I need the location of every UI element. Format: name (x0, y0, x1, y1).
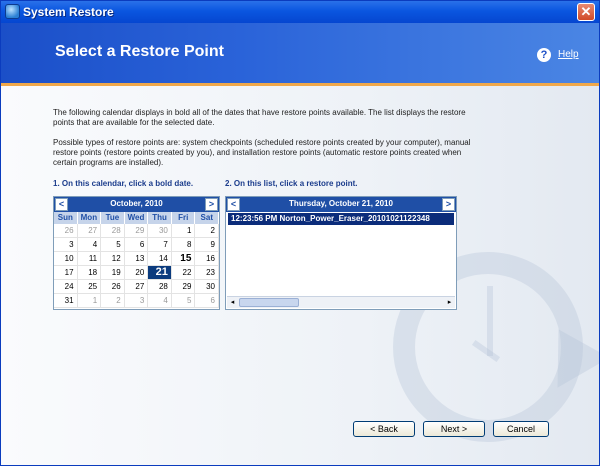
weekday-label: Thu (148, 212, 172, 224)
calendar-day[interactable]: 27 (77, 224, 102, 238)
calendar-day[interactable]: 6 (124, 238, 149, 252)
calendar-day[interactable]: 5 (101, 238, 125, 252)
calendar-day[interactable]: 10 (54, 252, 78, 266)
calendar-day[interactable]: 17 (54, 266, 78, 280)
calendar-day[interactable]: 29 (124, 224, 149, 238)
calendar-day[interactable]: 9 (195, 238, 219, 252)
calendar-day[interactable]: 31 (54, 294, 78, 308)
next-button[interactable]: Next > (423, 421, 485, 437)
system-restore-window: System Restore ✕ Select a Restore Point … (0, 0, 600, 466)
weekday-label: Sun (54, 212, 78, 224)
calendar-header: < October, 2010 > (54, 197, 219, 212)
restore-calendar: < October, 2010 > Sun Mon Tue Wed Thu Fri Sat … (53, 196, 220, 310)
calendar-day[interactable]: 8 (171, 238, 196, 252)
calendar-day[interactable]: 30 (148, 224, 172, 238)
next-month-button[interactable]: > (205, 198, 218, 211)
calendar-day[interactable]: 11 (77, 252, 102, 266)
calendar-month-label: October, 2010 (110, 199, 163, 208)
calendar-day[interactable]: 6 (195, 294, 219, 308)
selected-date-label: Thursday, October 21, 2010 (289, 199, 393, 208)
calendar-day-grid: 26 27 28 29 30 1 2 3 4 5 6 7 8 9 10 11 12 13 14 15 16 17 18 19 2… (54, 224, 219, 308)
restore-point-item[interactable]: 12:23:56 PM Norton_Power_Eraser_20101021… (228, 213, 454, 225)
intro-paragraph: The following calendar displays in bold … (53, 108, 466, 127)
system-restore-icon (5, 4, 20, 19)
calendar-day[interactable]: 14 (148, 252, 172, 266)
calendar-day[interactable]: 27 (124, 280, 149, 294)
scroll-right-arrow-icon[interactable]: ▸ (444, 297, 455, 308)
wizard-content: The following calendar displays in bold … (1, 86, 599, 465)
calendar-day[interactable]: 26 (101, 280, 125, 294)
calendar-day-selected[interactable]: 21 (148, 266, 172, 280)
restore-point-list: < Thursday, October 21, 2010 > 12:23:56 … (225, 196, 457, 310)
wizard-header: Select a Restore Point ? Help (1, 23, 599, 86)
calendar-day[interactable]: 2 (101, 294, 125, 308)
list-header: < Thursday, October 21, 2010 > (226, 197, 456, 212)
calendar-day[interactable]: 13 (124, 252, 149, 266)
calendar-weekday-row: Sun Mon Tue Wed Thu Fri Sat (54, 212, 220, 224)
calendar-day[interactable]: 22 (171, 266, 196, 280)
calendar-day[interactable]: 26 (54, 224, 78, 238)
help-link[interactable]: Help (558, 49, 579, 60)
calendar-day[interactable]: 7 (148, 238, 172, 252)
calendar-day[interactable]: 5 (171, 294, 196, 308)
calendar-day[interactable]: 25 (77, 280, 102, 294)
cancel-button[interactable]: Cancel (493, 421, 549, 437)
help-icon[interactable]: ? (537, 48, 551, 62)
clock-hand-decoration (487, 286, 493, 356)
calendar-day[interactable]: 1 (77, 294, 102, 308)
calendar-day[interactable]: 28 (101, 224, 125, 238)
calendar-day[interactable]: 12 (101, 252, 125, 266)
next-date-button[interactable]: > (442, 198, 455, 211)
close-button[interactable]: ✕ (577, 3, 595, 21)
calendar-day[interactable]: 3 (54, 238, 78, 252)
calendar-day[interactable]: 3 (124, 294, 149, 308)
scroll-left-arrow-icon[interactable]: ◂ (227, 297, 238, 308)
list-instruction: 2. On this list, click a restore point. (225, 179, 358, 188)
calendar-day[interactable]: 24 (54, 280, 78, 294)
horizontal-scrollbar[interactable]: ◂ ▸ (227, 296, 455, 308)
restore-types-paragraph: Possible types of restore points are: sy… (53, 138, 471, 167)
calendar-day[interactable]: 23 (195, 266, 219, 280)
weekday-label: Tue (101, 212, 125, 224)
calendar-day[interactable]: 4 (77, 238, 102, 252)
calendar-day[interactable]: 28 (148, 280, 172, 294)
calendar-day[interactable]: 15 (171, 252, 196, 266)
weekday-label: Sat (195, 212, 220, 224)
calendar-instruction: 1. On this calendar, click a bold date. (53, 179, 194, 188)
calendar-day[interactable]: 18 (77, 266, 102, 280)
calendar-day[interactable]: 30 (195, 280, 219, 294)
calendar-day[interactable]: 20 (124, 266, 149, 280)
weekday-label: Fri (172, 212, 196, 224)
weekday-label: Wed (125, 212, 149, 224)
calendar-day[interactable]: 4 (148, 294, 172, 308)
scrollbar-thumb[interactable] (239, 298, 299, 307)
calendar-day[interactable]: 16 (195, 252, 219, 266)
calendar-day[interactable]: 19 (101, 266, 125, 280)
weekday-label: Mon (78, 212, 102, 224)
calendar-day[interactable]: 1 (171, 224, 196, 238)
back-button[interactable]: < Back (353, 421, 415, 437)
calendar-day[interactable]: 29 (171, 280, 196, 294)
title-bar: System Restore ✕ (1, 1, 599, 23)
calendar-day[interactable]: 2 (195, 224, 219, 238)
page-title: Select a Restore Point (55, 43, 224, 60)
window-title: System Restore (23, 5, 114, 19)
